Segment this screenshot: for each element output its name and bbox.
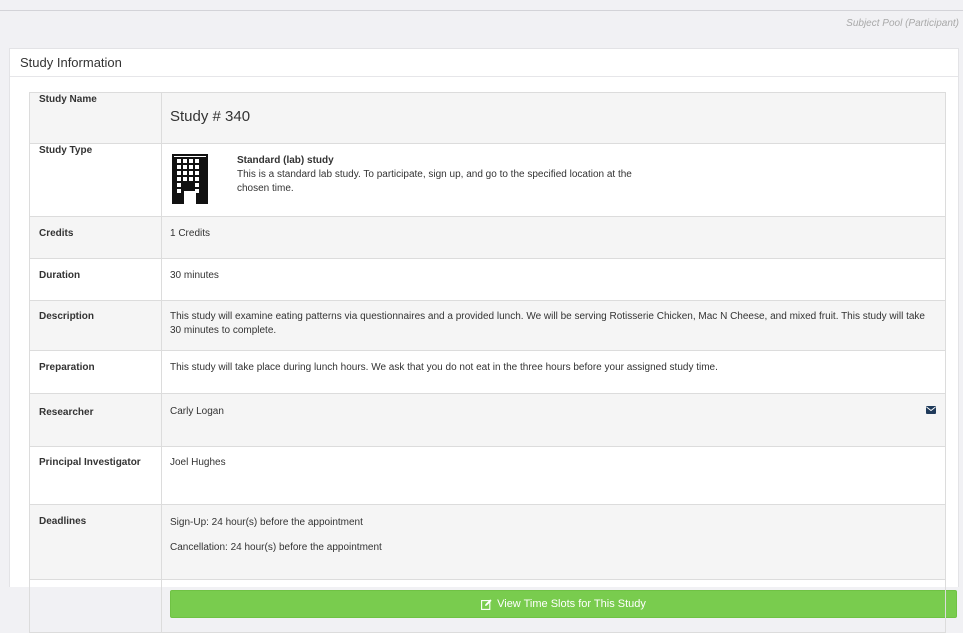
panel-title: Study Information <box>10 49 958 77</box>
deadlines-label: Deadlines <box>29 504 162 580</box>
table-row: Duration 30 minutes <box>29 258 946 301</box>
table-row: Preparation This study will take place d… <box>29 350 946 394</box>
envelope-icon[interactable] <box>926 406 936 414</box>
study-type-description: This is a standard lab study. To partici… <box>237 169 632 194</box>
study-type-cell: Standard (lab) study This is a standard … <box>161 143 946 217</box>
table-row: Deadlines Sign-Up: 24 hour(s) before the… <box>29 504 946 580</box>
preparation-value: This study will take place during lunch … <box>161 350 946 394</box>
credits-label: Credits <box>29 216 162 259</box>
credits-value: 1 Credits <box>161 216 946 259</box>
study-info-table: Study Name Study # 340 Study Type Standa… <box>29 92 957 633</box>
study-type-label: Study Type <box>29 143 162 217</box>
duration-label: Duration <box>29 258 162 301</box>
table-row: Researcher Carly Logan <box>29 393 946 447</box>
cancellation-deadline: Cancellation: 24 hour(s) before the appo… <box>170 542 382 553</box>
role-label: Subject Pool (Participant) <box>846 18 959 29</box>
edit-icon <box>481 598 492 610</box>
researcher-value: Carly Logan <box>170 406 224 417</box>
table-row: Study Name Study # 340 <box>29 92 946 144</box>
preparation-label: Preparation <box>29 350 162 394</box>
study-type-title: Standard (lab) study <box>237 155 334 166</box>
principal-investigator-label: Principal Investigator <box>29 446 162 505</box>
principal-investigator-value: Joel Hughes <box>161 446 946 505</box>
table-row: Study Type Standard (lab) study This is … <box>29 143 946 217</box>
study-name-value: Study # 340 <box>170 108 251 125</box>
table-row: Principal Investigator Joel Hughes <box>29 446 946 505</box>
signup-deadline: Sign-Up: 24 hour(s) before the appointme… <box>170 517 363 528</box>
researcher-label: Researcher <box>29 393 162 447</box>
view-time-slots-label: View Time Slots for This Study <box>497 598 646 610</box>
deadlines-cell: Sign-Up: 24 hour(s) before the appointme… <box>161 504 946 580</box>
empty-label-cell <box>29 579 162 633</box>
building-icon <box>172 154 208 204</box>
study-information-panel: Study Information Study Name Study # 340… <box>9 48 959 633</box>
table-row: Description This study will examine eati… <box>29 300 946 351</box>
researcher-cell: Carly Logan <box>161 393 946 447</box>
table-row: View Time Slots for This Study <box>29 579 957 633</box>
table-row: Credits 1 Credits <box>29 216 946 259</box>
action-cell: View Time Slots for This Study <box>161 579 957 633</box>
duration-value: 30 minutes <box>161 258 946 301</box>
description-value: This study will examine eating patterns … <box>161 300 946 351</box>
top-divider <box>0 10 963 11</box>
study-type-text: Standard (lab) study This is a standard … <box>237 154 657 196</box>
study-name-cell: Study # 340 <box>161 92 946 144</box>
study-name-label: Study Name <box>29 92 162 144</box>
description-label: Description <box>29 300 162 351</box>
view-time-slots-button[interactable]: View Time Slots for This Study <box>170 590 957 618</box>
